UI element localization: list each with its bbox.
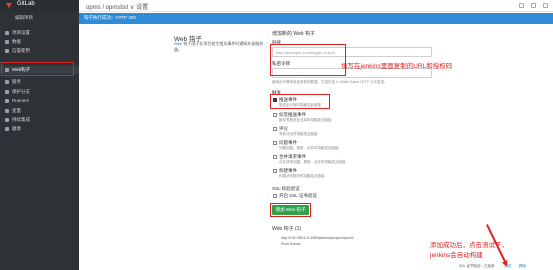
edit-icon [5,31,9,35]
star-icon [5,127,9,131]
sidebar-item-label: 徽章 [12,126,21,131]
sidebar-item-protected-branches[interactable]: 保护分支 [0,88,79,96]
sidebar-item-integrations[interactable]: 信誉使用 [0,47,79,55]
tag-push-events-checkbox[interactable] [273,113,277,117]
section-title: 增加新的 Web 钩子 [272,31,315,37]
sidebar-item-data[interactable]: 数据 [0,38,79,46]
ssl-verification-checkbox[interactable] [273,194,277,198]
sidebar-subtitle-text: 编辑项目 [15,15,33,20]
sidebar-item-label: 信誉使用 [12,48,30,53]
topbar: opms / opmsbst ∨ 设置 [79,0,553,12]
page-description-text: 钩子用于在项目发生相关事件时通知外部服务器。 [174,41,264,52]
logo[interactable]: GitLab [0,0,79,12]
user-icon[interactable] [531,3,536,8]
build-events-checkbox[interactable] [273,169,277,173]
sidebar-item-label: 持续集成 [12,117,30,122]
hooks-list-title: Web 钩子 (1) [272,226,302,232]
webhooks-doc-link[interactable]: Web [174,41,182,46]
build-icon [5,118,9,122]
ssl-check-label: 开启 SSL 证书验证 [279,193,317,198]
event-desc: 有新评论时将触发此链接 [279,132,318,136]
sidebar-item-runners[interactable]: Runners [0,97,79,105]
fill-annotation: 填写在jenkins里面复制的URL和授权码 [341,63,453,70]
search-icon[interactable] [519,3,524,8]
hook-url: http://192.168.5.11:8083/jenkins/project… [281,236,354,240]
code-icon [5,109,9,113]
ssl-label: SSL 校验验证 [272,186,300,191]
webhooks-highlight-box [1,62,74,76]
hook-remove-button[interactable]: 移除 [519,264,526,269]
sidebar-item-label: 项目设置 [12,30,30,35]
merge-request-events-checkbox[interactable] [273,155,277,159]
page-description: Web 钩子用于在项目发生相关事件时通知外部服务器。 [174,41,264,52]
sidebar-item-ci[interactable]: 持续集成 [0,116,79,124]
event-desc: 问题创建、更新、合并时将触发此链接 [279,146,339,150]
puzzle-icon [5,80,9,84]
cog-icon [5,99,9,103]
url-token-highlight-box [270,44,346,76]
event-desc: 合并请求创建、更新、合并时将触发此链接 [279,160,346,164]
sidebar-item-project-settings[interactable]: 项目设置 [0,29,79,37]
event-desc: 新标签推送至仓库时将触发此链接 [279,118,332,122]
sidebar-item-variables[interactable]: 变量 [0,107,79,115]
hook-events: Push Events [281,242,301,246]
hook-ssl-status: SSL 证书验证：已启用 [459,264,495,268]
sidebar-item-services[interactable]: 服务 [0,78,79,86]
after-annotation-line2: jenkins会自动构建 [430,252,483,259]
breadcrumb[interactable]: opms / opmsbst ∨ 设置 [86,2,148,11]
lock-icon [5,90,9,94]
sidebar-item-label: 保护分支 [12,89,30,94]
add-button-highlight-box [270,203,311,217]
token-hint: 使用此令牌来验证收到的数据。它将在该 X-Gitlab-Token HTTP 头… [272,80,388,84]
sidebar-item-badges[interactable]: 徽章 [0,125,79,133]
sidebar-item-label: Runners [12,98,30,103]
menu-icon[interactable] [543,3,548,8]
flash-text: 钩子执行成功：HTTP 200 [84,15,136,20]
brand-name: GitLab [17,1,35,7]
comments-checkbox[interactable] [273,127,277,131]
sidebar: GitLab 编辑项目 项目设置 数据 信誉使用 Web钩子 服务 保护分支 R… [0,0,79,270]
sidebar-item-label: 变量 [12,108,21,113]
push-events-highlight-box [270,94,330,109]
issues-events-checkbox[interactable] [273,141,277,145]
gitlab-logo-icon [6,3,12,8]
flash-notice: 钩子执行成功：HTTP 200 [79,13,553,24]
sidebar-item-label: 服务 [12,79,21,84]
event-desc: 构建状态更改时将触发此链接 [279,174,325,178]
users-icon [5,40,9,44]
sidebar-subtitle: 编辑项目 [0,13,79,24]
sidebar-item-label: 数据 [12,39,21,44]
key-icon [5,49,9,53]
after-annotation-line1: 添加成功后，点击测试下， [430,242,508,249]
